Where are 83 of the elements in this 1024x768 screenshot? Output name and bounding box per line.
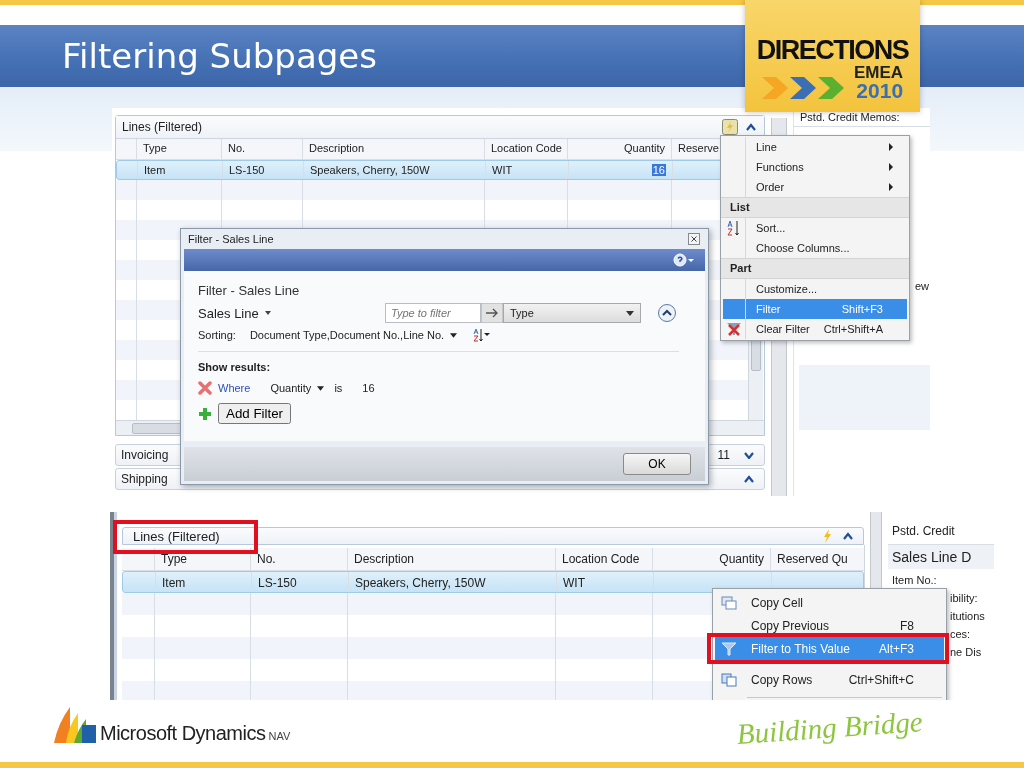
table-cell: 16 bbox=[651, 164, 666, 176]
table-cell: WIT bbox=[492, 164, 513, 176]
remove-icon[interactable] bbox=[198, 381, 212, 395]
product-name: NAV bbox=[268, 730, 291, 742]
section-title: Shipping bbox=[121, 472, 168, 486]
dropdown-icon bbox=[317, 385, 325, 391]
table-cell: LS-150 bbox=[229, 164, 265, 176]
column-header[interactable]: Quantity bbox=[567, 139, 671, 159]
column-header[interactable]: Description bbox=[302, 139, 484, 159]
menu-item[interactable]: Copy Previous F8 bbox=[715, 614, 944, 637]
field-label: itutions bbox=[949, 609, 986, 623]
panel-title: Lines (Filtered) bbox=[122, 120, 203, 134]
copy-cell-icon bbox=[721, 595, 737, 610]
badge-year: 2010 bbox=[856, 81, 904, 101]
column-header[interactable]: Type bbox=[136, 139, 221, 159]
section-heading: Show results: bbox=[198, 361, 272, 373]
menu-group-header: Part bbox=[721, 258, 909, 279]
actions-button[interactable] bbox=[722, 119, 738, 135]
menu-item[interactable]: Copy Cell bbox=[715, 591, 944, 614]
column-header[interactable]: Type bbox=[154, 548, 250, 570]
slide-title: Filtering Subpages bbox=[62, 36, 377, 76]
help-icon[interactable] bbox=[673, 253, 695, 267]
menu-item[interactable]: Sort... bbox=[723, 218, 907, 238]
filter-field-dropdown[interactable]: Quantity bbox=[270, 382, 312, 394]
table-cell: Item bbox=[144, 164, 166, 176]
column-header[interactable]: Quantity bbox=[652, 548, 770, 570]
brand-name: Microsoft Dynamics bbox=[100, 722, 266, 745]
close-icon[interactable] bbox=[688, 233, 700, 245]
collapse-button[interactable] bbox=[657, 303, 677, 323]
table-cell: WIT bbox=[563, 576, 585, 590]
badge-region: EMEA bbox=[853, 64, 904, 81]
field-label: Item No.: bbox=[891, 573, 938, 587]
menu-item[interactable]: Clear Filter Ctrl+Shift+A bbox=[723, 319, 907, 339]
dialog-heading: Filter - Sales Line bbox=[198, 283, 301, 298]
filter-operator: is bbox=[334, 382, 343, 394]
caret-icon bbox=[744, 475, 754, 483]
table-row[interactable]: Item LS-150 Speakers, Cherry, 150W WIT bbox=[122, 571, 864, 593]
splitter-bar[interactable] bbox=[110, 512, 117, 700]
column-header[interactable]: No. bbox=[250, 548, 347, 570]
collapse-icon[interactable] bbox=[746, 123, 756, 131]
arrow-button[interactable] bbox=[481, 303, 503, 323]
collapse-icon[interactable] bbox=[843, 532, 853, 540]
search-field[interactable]: Type to filter bbox=[385, 303, 481, 323]
menu-item[interactable]: Copy Rows Ctrl+Shift+C bbox=[715, 668, 944, 691]
section-summary: 11 bbox=[717, 448, 730, 462]
field-label: ibility: bbox=[949, 591, 979, 605]
table-cell: Speakers, Cherry, 150W bbox=[310, 164, 430, 176]
panel-title: Lines (Filtered) bbox=[133, 528, 220, 544]
column-header[interactable]: Location Code bbox=[484, 139, 567, 159]
field-label: ne Dis bbox=[949, 645, 983, 659]
caret-icon bbox=[626, 310, 634, 316]
table-cell: Speakers, Cherry, 150W bbox=[355, 576, 486, 590]
side-text: ew bbox=[915, 280, 930, 292]
column-header[interactable]: Description bbox=[347, 548, 555, 570]
badge-title: DIRECTIONS bbox=[756, 36, 909, 64]
side-heading: Sales Line D bbox=[888, 545, 994, 569]
sort-icon bbox=[727, 220, 741, 236]
filter-icon bbox=[721, 641, 737, 656]
field-label: ces: bbox=[949, 627, 972, 641]
section-title: Invoicing bbox=[121, 448, 169, 462]
filter-value[interactable]: 16 bbox=[362, 382, 375, 394]
ok-button[interactable]: OK bbox=[623, 453, 691, 475]
clear-filter-icon bbox=[726, 321, 742, 337]
sort-order-icon[interactable] bbox=[473, 328, 492, 342]
dialog-title: Filter - Sales Line bbox=[188, 233, 274, 245]
field-dropdown[interactable]: Type bbox=[503, 303, 641, 323]
add-filter-button[interactable]: Add Filter bbox=[218, 403, 292, 424]
sorting-label: Sorting: bbox=[198, 329, 236, 341]
plus-icon bbox=[198, 406, 212, 421]
copy-rows-icon bbox=[721, 672, 737, 687]
where-link[interactable]: Where bbox=[218, 382, 251, 394]
menu-group-header: List bbox=[721, 197, 909, 218]
column-header[interactable]: Reserved Qu bbox=[770, 548, 862, 570]
table-cell: LS-150 bbox=[258, 576, 297, 590]
table-cell: Item bbox=[162, 576, 186, 590]
tagline: Building Bridge bbox=[735, 705, 924, 750]
sorting-dropdown[interactable]: Document Type,Document No.,Line No. bbox=[241, 329, 445, 341]
dropdown-icon bbox=[450, 332, 458, 338]
column-header[interactable]: No. bbox=[221, 139, 302, 159]
caret-icon bbox=[744, 451, 754, 459]
table-selector[interactable]: Sales Line bbox=[198, 305, 259, 321]
dropdown-icon bbox=[264, 311, 271, 315]
column-header[interactable]: Location Code bbox=[555, 548, 652, 570]
